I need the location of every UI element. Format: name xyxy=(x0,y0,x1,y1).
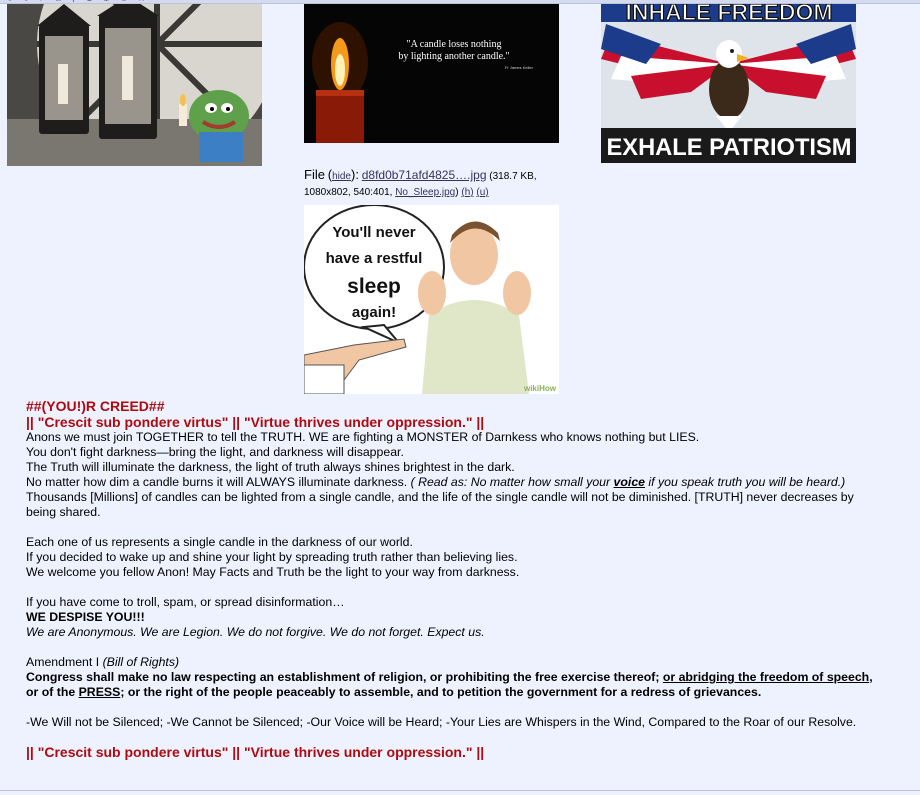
candle-quote-line1: "A candle loses nothing xyxy=(407,39,502,50)
settings-icon[interactable]: ⚙ xyxy=(102,0,110,3)
post-line-anonymous: We are Anonymous. We are Legion. We do n… xyxy=(26,625,485,639)
post-line-silenced: -We Will not be Silenced; -We Cannot be … xyxy=(26,715,857,729)
post-line-candle: No matter how dim a candle burns it will… xyxy=(26,475,886,490)
h-link[interactable]: (h) xyxy=(461,187,473,198)
bubble-line2: have a restful xyxy=(326,250,423,267)
post-line: Anons we must join TOGETHER to tell the … xyxy=(26,430,700,444)
home-icon[interactable]: ⌂ xyxy=(56,0,61,3)
candle-quote-attribution: Fr James Keller xyxy=(505,65,534,70)
post-title-creed: ##(YOU!)R CREED## xyxy=(26,398,165,414)
back-icon[interactable]: ↺ xyxy=(23,0,31,3)
forward-icon[interactable]: ↗ xyxy=(39,0,47,3)
u-link[interactable]: (u) xyxy=(476,187,488,198)
post-title-motto: || "Crescit sub pondere virtus" || "Virt… xyxy=(26,414,485,430)
amendment-label: Amendment I xyxy=(26,655,103,669)
file-name-link[interactable]: d8fd0b71afd4825….jpg xyxy=(362,168,487,182)
post-line: We welcome you fellow Anon! May Facts an… xyxy=(26,565,520,579)
eagle-bottom-text: EXHALE PATRIOTISM xyxy=(607,134,852,161)
post-line: Thousands [Millions] of candles can be l… xyxy=(26,490,854,519)
no-sleep-image[interactable]: You'll never have a restful sleep again!… xyxy=(304,205,559,394)
amendment-text: Congress shall make no law respecting an… xyxy=(26,670,886,700)
toolbar-icons: ↻ ↺ ↗ ⌂ ⚲ ⊕ ⚙ ☺ ☆ ≡ xyxy=(6,0,160,3)
read-as-text: ( Read as: No matter how small your xyxy=(410,475,614,489)
post-title-motto-repeat: || "Crescit sub pondere virtus" || "Virt… xyxy=(26,744,485,760)
candle-text: No matter how dim a candle burns it will… xyxy=(26,475,411,489)
amendment-press: PRESS xyxy=(78,685,121,699)
post-line: You don't fight darkness—bring the light… xyxy=(26,445,404,459)
candle-quote-line2: by lighting another candle." xyxy=(398,51,509,62)
amendment-speech: or abridging the freedom of speech xyxy=(662,670,870,684)
amendment-part: Congress shall make no law respecting an… xyxy=(26,670,663,684)
bubble-line3: sleep xyxy=(347,275,401,298)
post-line-despise: WE DESPISE YOU!!! xyxy=(26,610,145,624)
bubble-line1: You'll never xyxy=(332,224,415,241)
post-line: Each one of us represents a single candl… xyxy=(26,535,413,549)
read-as-end: if you speak truth you will be heard.) xyxy=(645,475,846,489)
post-line: If you have come to troll, spam, or spre… xyxy=(26,595,345,609)
post-line: If you decided to wake up and shine your… xyxy=(26,550,518,564)
original-filename-link[interactable]: No_Sleep.jpg xyxy=(395,187,455,198)
page-bottom-edge xyxy=(0,790,920,795)
bill-of-rights: (Bill of Rights) xyxy=(102,655,180,669)
eagle-top-text: INHALE FREEDOM xyxy=(626,4,833,25)
menu-icon[interactable]: ≡ xyxy=(155,0,160,3)
amendment-line: Amendment I (Bill of Rights) xyxy=(26,655,886,670)
file-info: File (hide): d8fd0b71afd4825….jpg (318.7… xyxy=(304,167,537,198)
lantern-frog-image[interactable] xyxy=(7,4,262,166)
candle-quote-image[interactable]: "A candle loses nothing by lighting anot… xyxy=(304,4,559,143)
bubble-line4: again! xyxy=(352,304,396,321)
post-body: ##(YOU!)R CREED## || "Crescit sub ponder… xyxy=(26,398,886,760)
amendment-part: ; or the right of the people peaceably t… xyxy=(120,685,762,699)
user-icon[interactable]: ☺ xyxy=(119,0,128,3)
bookmark-icon[interactable]: ⊕ xyxy=(86,0,94,3)
eagle-patriotism-image[interactable]: INHALE FREEDOM EXHALE PATRIOTISM xyxy=(601,4,856,163)
refresh-icon[interactable]: ↻ xyxy=(6,0,14,3)
post-line: The Truth will illuminate the darkness, … xyxy=(26,460,515,474)
star-icon[interactable]: ☆ xyxy=(138,0,146,3)
hide-link[interactable]: hide xyxy=(332,171,351,182)
wikihow-watermark: wikiHow xyxy=(523,384,557,393)
voice-word: voice xyxy=(613,475,645,489)
file-label: File xyxy=(304,167,325,182)
search-icon[interactable]: ⚲ xyxy=(70,0,77,3)
